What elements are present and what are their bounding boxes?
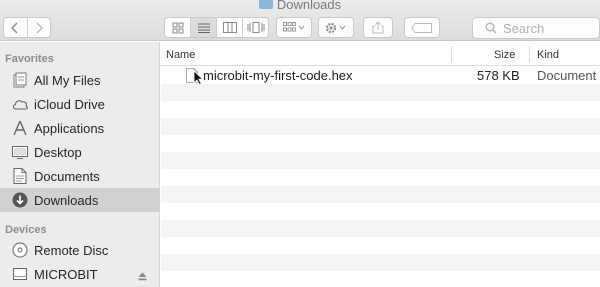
sidebar-item-label: Downloads — [34, 192, 99, 208]
sidebar-item-remote-disc[interactable]: Remote Disc — [0, 238, 159, 262]
back-button[interactable] — [4, 18, 28, 37]
table-row[interactable]: microbit-my-first-code.hex 578 KB Docume… — [161, 67, 600, 85]
column-divider[interactable] — [451, 46, 452, 62]
file-size: 578 KB — [477, 68, 520, 83]
window-title: Downloads — [0, 0, 600, 12]
sidebar-item-icloud-drive[interactable]: iCloud Drive — [0, 92, 159, 116]
arrange-icon — [283, 22, 305, 32]
file-list: Name Size Kind microbit-my-first-code.he… — [161, 42, 600, 287]
desktop-icon — [11, 143, 29, 161]
column-view-button[interactable] — [217, 18, 243, 37]
sidebar-item-label: iCloud Drive — [34, 96, 105, 112]
cover-flow-view-button[interactable] — [243, 18, 268, 37]
empty-row — [161, 254, 600, 271]
column-view-icon — [222, 22, 237, 33]
mouse-cursor-icon — [193, 70, 204, 85]
empty-row — [161, 118, 600, 135]
list-view-icon — [197, 23, 210, 33]
sidebar-item-applications[interactable]: Applications — [0, 116, 159, 140]
sidebar-item-label: All My Files — [34, 72, 101, 88]
devices-heading: Devices — [5, 224, 47, 236]
icon-view-icon — [172, 22, 183, 33]
documents-icon — [11, 167, 29, 185]
search-icon — [485, 22, 497, 34]
sidebar-item-all-my-files[interactable]: All My Files — [0, 68, 159, 92]
sidebar: Favorites All My Files iCloud Drive Appl… — [0, 42, 160, 287]
applications-icon — [11, 119, 29, 137]
empty-row — [161, 186, 600, 203]
downloads-icon — [11, 191, 29, 209]
column-header-name[interactable]: Name — [166, 49, 195, 61]
tags-button[interactable] — [404, 17, 440, 38]
sidebar-item-label: Applications — [34, 120, 105, 136]
tag-icon — [411, 22, 432, 33]
list-view-button[interactable] — [191, 18, 217, 37]
column-header-kind[interactable]: Kind — [537, 49, 559, 61]
sidebar-item-desktop[interactable]: Desktop — [0, 140, 159, 164]
sidebar-item-label: Remote Disc — [34, 242, 109, 258]
sidebar-item-label: Desktop — [34, 144, 82, 160]
sidebar-item-label: MICROBIT — [34, 266, 98, 282]
file-name: microbit-my-first-code.hex — [203, 68, 353, 83]
empty-row — [161, 169, 600, 186]
search-input[interactable] — [503, 20, 593, 36]
arrange-button[interactable] — [276, 17, 312, 38]
nav-buttons — [3, 17, 51, 38]
chevron-right-icon — [36, 21, 43, 34]
chevron-left-icon — [11, 21, 18, 34]
all-files-icon — [11, 71, 29, 89]
remote-disc-icon — [11, 241, 29, 259]
empty-row — [161, 135, 600, 152]
folder-icon — [258, 0, 273, 9]
file-kind: Document — [537, 68, 597, 83]
eject-icon[interactable] — [138, 269, 147, 284]
sidebar-item-downloads[interactable]: Downloads — [0, 188, 159, 212]
column-header-size[interactable]: Size — [494, 49, 515, 61]
share-button[interactable] — [363, 17, 393, 38]
forward-button[interactable] — [28, 18, 51, 37]
empty-row — [161, 271, 600, 287]
gear-icon — [325, 22, 346, 33]
view-mode-selector — [164, 17, 269, 38]
search-field[interactable] — [472, 17, 600, 39]
action-button[interactable] — [318, 17, 354, 38]
empty-row — [161, 237, 600, 254]
empty-row — [161, 101, 600, 118]
sidebar-item-microbit[interactable]: MICROBIT — [0, 262, 159, 286]
sidebar-item-documents[interactable]: Documents — [0, 164, 159, 188]
favorites-heading: Favorites — [5, 53, 54, 65]
share-icon — [372, 21, 384, 34]
list-header: Name Size Kind — [161, 42, 600, 66]
column-divider[interactable] — [529, 46, 530, 62]
empty-row — [161, 203, 600, 220]
drive-icon — [11, 265, 29, 283]
cover-flow-icon — [247, 22, 264, 33]
icon-view-button[interactable] — [165, 18, 191, 37]
empty-row — [161, 152, 600, 169]
window-toolbar: Downloads — [0, 0, 600, 41]
empty-row — [161, 220, 600, 237]
cloud-icon — [11, 95, 29, 113]
window-title-text: Downloads — [276, 0, 342, 12]
empty-row — [161, 84, 600, 101]
sidebar-item-label: Documents — [34, 168, 100, 184]
